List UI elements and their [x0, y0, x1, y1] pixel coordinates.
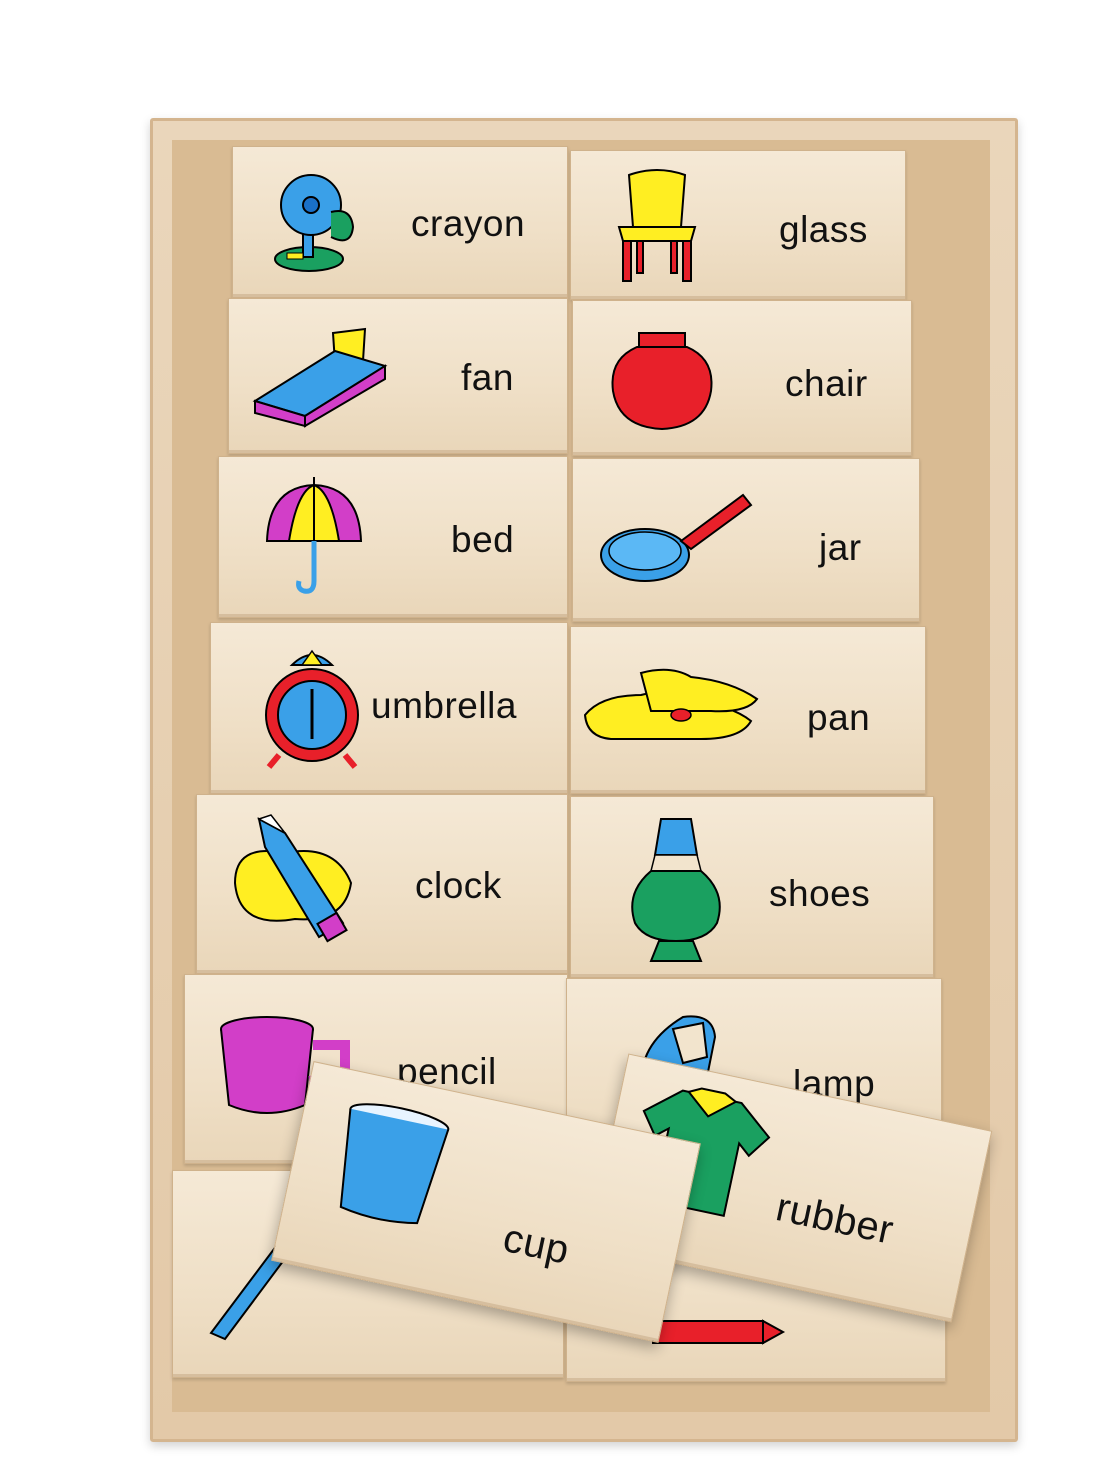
tile-glass[interactable]: glass — [570, 150, 906, 300]
fan-icon — [274, 174, 355, 272]
tile-chair[interactable]: chair — [572, 300, 912, 456]
word-cup: cup — [499, 1216, 574, 1273]
bed-icon — [252, 327, 388, 428]
word-glass: glass — [779, 209, 868, 250]
word-pan: pan — [807, 697, 871, 738]
jar-icon — [611, 332, 713, 431]
tile-shoes[interactable]: shoes — [570, 796, 934, 978]
word-bed: bed — [451, 519, 515, 560]
lamp-icon — [631, 818, 721, 962]
tile-pan[interactable]: pan — [570, 626, 926, 794]
word-fan: fan — [461, 357, 514, 398]
word-chair: chair — [785, 363, 868, 404]
umbrella-icon — [265, 477, 363, 594]
pan-icon — [600, 493, 753, 582]
pencil-icon — [233, 814, 353, 943]
word-rubber: rubber — [772, 1185, 898, 1253]
word-crayon: crayon — [411, 203, 526, 244]
glass-icon — [339, 1103, 450, 1225]
tile-umbrella[interactable]: umbrella — [210, 622, 568, 794]
chair-icon — [617, 169, 697, 282]
tile-fan[interactable]: fan — [228, 298, 568, 454]
tile-bed[interactable]: bed — [218, 456, 568, 618]
shoes-icon — [583, 668, 759, 740]
word-jar: jar — [819, 527, 862, 568]
word-umbrella: umbrella — [371, 685, 517, 726]
word-shoes: shoes — [769, 873, 871, 914]
word-clock: clock — [415, 865, 502, 906]
clock-icon — [265, 649, 359, 769]
tile-clock[interactable]: clock — [196, 794, 568, 974]
tile-crayon[interactable]: crayon — [232, 146, 568, 298]
tile-jar[interactable]: jar — [572, 458, 920, 622]
crayon-icon — [652, 1319, 786, 1345]
